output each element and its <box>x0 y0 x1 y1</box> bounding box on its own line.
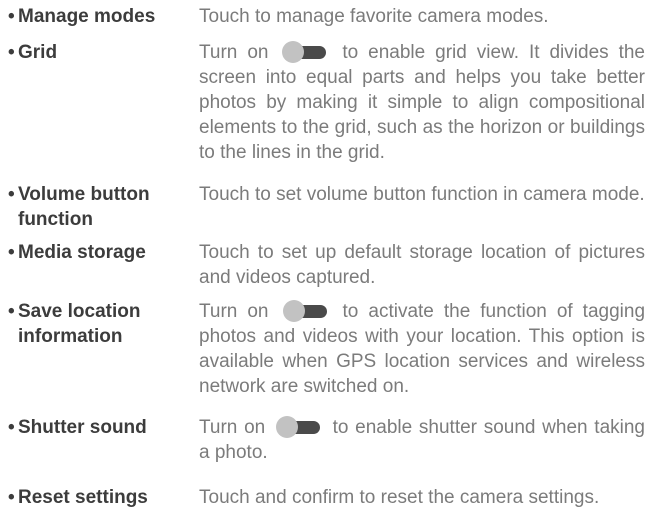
term-label: Grid <box>18 42 58 63</box>
term-label-line2: function <box>18 209 93 230</box>
desc-after: to enable shutter sound when taking a ph… <box>199 417 645 463</box>
term-label-line1: Volume button <box>18 184 150 205</box>
bullet: • <box>8 301 15 322</box>
term-label: Media storage <box>18 242 146 263</box>
term-label-line1: Save location <box>18 301 141 322</box>
term-volume-button-function: • Volume button function <box>8 182 188 232</box>
toggle-knob <box>282 41 305 63</box>
bullet: • <box>8 42 15 63</box>
desc-volume-button-function: Touch to set volume button function in c… <box>199 184 645 205</box>
bullet: • <box>8 242 15 263</box>
term-label-line2: information <box>18 326 123 347</box>
desc-grid: Turn on to enable grid view. It divides … <box>199 40 645 165</box>
term-label: Manage modes <box>18 6 156 27</box>
toggle-switch-icon <box>275 416 322 438</box>
desc-before: Turn on <box>199 301 269 322</box>
desc-reset-settings: Touch and confirm to reset the camera se… <box>199 487 600 508</box>
desc-before: Turn on <box>199 42 269 63</box>
toggle-knob <box>282 300 305 322</box>
desc-save-location-information: Turn on to activate the function of tagg… <box>199 299 645 399</box>
toggle-switch-icon <box>282 41 328 63</box>
bullet: • <box>8 6 15 27</box>
toggle-switch-icon <box>282 300 329 322</box>
term-media-storage: • Media storage <box>8 240 188 265</box>
desc-media-storage: Touch to set up default storage location… <box>199 242 645 288</box>
term-save-location-information: • Save location information <box>8 299 188 349</box>
term-label: Reset settings <box>18 487 148 508</box>
toggle-knob <box>275 416 298 438</box>
term-shutter-sound: • Shutter sound <box>8 415 188 440</box>
desc-manage-modes: Touch to manage favorite camera modes. <box>199 6 549 27</box>
term-reset-settings: • Reset settings <box>8 485 188 510</box>
desc-shutter-sound: Turn on to enable shutter sound when tak… <box>199 415 645 465</box>
term-label: Shutter sound <box>18 417 147 438</box>
bullet: • <box>8 417 15 438</box>
term-grid: • Grid <box>8 40 188 65</box>
desc-before: Turn on <box>199 417 266 438</box>
bullet: • <box>8 184 15 205</box>
term-manage-modes: • Manage modes <box>8 4 188 29</box>
bullet: • <box>8 487 15 508</box>
